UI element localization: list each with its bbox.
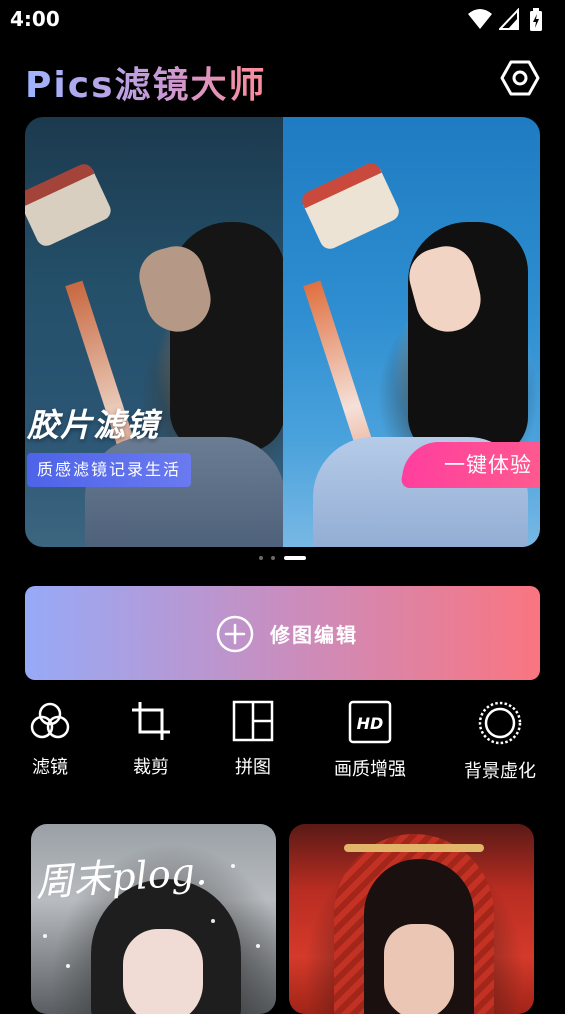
snowflake [211, 919, 215, 923]
battery-charging-icon [530, 8, 542, 31]
collage-grid-icon [232, 700, 274, 742]
tool-bg-blur-label: 背景虚化 [464, 761, 536, 782]
carousel-dot[interactable] [271, 556, 275, 560]
crop-icon [132, 702, 170, 740]
tool-filter-label: 滤镜 [32, 757, 68, 778]
plus-circle-icon [216, 615, 254, 653]
camera [25, 160, 114, 250]
signal-icon [499, 8, 519, 30]
app-header: Pics滤镜大师 [0, 52, 565, 106]
wifi-icon [468, 9, 492, 29]
snowflake [66, 964, 70, 968]
blur-circle-icon [478, 701, 522, 745]
camera [298, 159, 403, 253]
edit-photo-label: 修图编辑 [270, 623, 358, 647]
carousel-indicator [257, 555, 317, 561]
tool-crop[interactable]: 裁剪 [126, 700, 176, 790]
veil-trim [344, 844, 484, 852]
tool-crop-label: 裁剪 [133, 757, 169, 778]
carousel-dot-active[interactable] [284, 556, 306, 560]
app-title: Pics滤镜大师 [25, 56, 267, 108]
status-bar: 4:00 [0, 0, 565, 40]
snowflake [43, 934, 47, 938]
hd-icon: HD [348, 700, 392, 744]
tool-bg-blur[interactable]: 背景虚化 [460, 700, 540, 790]
banner-tag: 质感滤镜记录生活 [27, 453, 192, 487]
face [123, 929, 203, 1014]
status-time: 4:00 [10, 7, 60, 31]
banner-title: 胶片滤镜 [27, 406, 160, 444]
tool-filter[interactable]: 滤镜 [25, 700, 75, 790]
snowflake [256, 944, 260, 948]
carousel-dot[interactable] [259, 556, 263, 560]
svg-text:HD: HD [357, 714, 384, 733]
banner-carousel[interactable]: 胶片滤镜 质感滤镜记录生活 一键体验 [25, 117, 540, 547]
tool-bar: 滤镜 裁剪 拼图 HD 画质增强 背景虚化 [0, 700, 565, 790]
edit-photo-button[interactable]: 修图编辑 [25, 586, 540, 680]
tool-collage-label: 拼图 [235, 757, 271, 778]
tool-collage[interactable]: 拼图 [228, 700, 278, 790]
snowflake [231, 864, 235, 868]
banner-cta-label[interactable]: 一键体验 [444, 449, 532, 479]
template-card[interactable]: 周末plog. [31, 824, 276, 1014]
face [384, 924, 454, 1014]
settings-hexagon-icon [500, 60, 540, 96]
tool-enhance-label: 画质增强 [334, 759, 406, 780]
filter-circles-icon [30, 702, 70, 739]
settings-button[interactable] [500, 58, 540, 98]
tool-enhance[interactable]: HD 画质增强 [330, 700, 410, 790]
template-card[interactable] [289, 824, 534, 1014]
